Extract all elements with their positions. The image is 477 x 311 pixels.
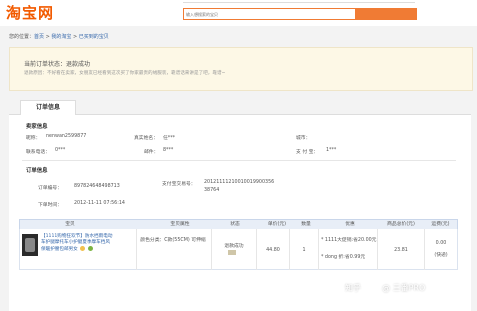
phone-label: 联系电话：: [26, 150, 50, 155]
email-value: 8***: [163, 148, 174, 153]
product-attributes: 颜色分类：C款(55CM) 可伸缩: [140, 238, 206, 243]
badge-icon: [87, 246, 93, 251]
seller-section-title: 卖家信息: [26, 124, 48, 130]
col-divider: [136, 229, 137, 270]
coin-icon: [80, 246, 86, 251]
order-no-label: 订单编号：: [38, 186, 62, 191]
breadcrumb-separator: >: [71, 34, 79, 40]
zhihu-watermark: 知乎 @ 三番PRO: [345, 282, 425, 294]
product-title[interactable]: 【1111购物狂欢节】防水挡雨电动车护腿摩托车小护腿夏季摩车挡风保暖护腰包邮男女: [41, 234, 112, 252]
phone-value: 0***: [55, 148, 66, 153]
alipay-trade-value-cont: 38764: [204, 188, 220, 193]
alipay-value: 1***: [326, 148, 337, 153]
search-box: [183, 8, 417, 20]
refund-detail-icon[interactable]: [228, 250, 236, 255]
top-divider: [183, 2, 415, 3]
product-title-link[interactable]: 【1111购物狂欢节】防水挡雨电动车护腿摩托车小护腿夏季摩车挡风保暖护腰包邮男女: [41, 234, 113, 253]
breadcrumb-home[interactable]: 首页: [34, 34, 44, 40]
discount-1: * 1111大促销:省20.00元: [321, 238, 377, 243]
watermark-site: 知乎: [345, 283, 361, 293]
breadcrumb: 您的位置：首页 > 我的淘宝 > 已买到的宝贝: [9, 33, 109, 40]
alipay-trade-value: 20121111210010019900356: [204, 180, 275, 185]
city-label: 城市：: [296, 136, 311, 141]
breadcrumb-bought-items[interactable]: 已买到的宝贝: [79, 34, 109, 40]
unit-price: 44.80: [266, 248, 280, 253]
watermark-author: @ 三番PRO: [382, 283, 426, 293]
shipping-fee: 0.00: [435, 241, 447, 246]
realname-value: 任***: [163, 136, 175, 141]
col-divider: [289, 229, 290, 270]
alipay-label: 支 付 宝：: [296, 150, 319, 155]
camera-icon: [365, 282, 378, 294]
col-divider: [256, 229, 257, 270]
order-no-value: 897824648498713: [74, 184, 120, 189]
row-status: 退款成功: [224, 244, 244, 249]
col-divider: [424, 229, 425, 270]
alipay-trade-label: 支付宝交易号：: [162, 182, 196, 187]
breadcrumb-prefix: 您的位置：: [9, 34, 35, 40]
product-thumbnail[interactable]: [22, 234, 38, 256]
header-bar: 淘宝网: [0, 0, 477, 26]
shipping-mode: (快递): [434, 253, 448, 258]
section-divider: [22, 160, 456, 161]
order-time-value: 2012-11-11 07:56:14: [74, 201, 125, 206]
discount-2: * dong 折:省0.99元: [321, 255, 366, 260]
refund-reason: 退款原因：不好看在卖家，女朋友已经看到这次买了你家最贵的绒服装，靠谱话来讲是了吧…: [24, 71, 226, 76]
order-section-title: 订单信息: [26, 168, 48, 174]
realname-label: 真实姓名：: [134, 136, 158, 141]
tab-order-info[interactable]: 订单信息: [20, 100, 76, 115]
col-divider: [211, 229, 212, 270]
order-status-panel: 当前订单状态：退款成功 退款原因：不好看在卖家，女朋友已经看到这次买了你家最贵的…: [9, 47, 473, 91]
taobao-logo[interactable]: 淘宝网: [6, 2, 54, 23]
seller-nick-value: nenwan2599877: [46, 134, 87, 139]
order-time-label: 下单时间：: [38, 203, 62, 208]
search-button[interactable]: [355, 8, 417, 20]
order-status-title: 当前订单状态：退款成功: [24, 61, 91, 68]
col-divider: [377, 229, 378, 270]
item-total: 23.81: [394, 248, 408, 253]
email-label: 邮件：: [144, 150, 159, 155]
col-divider: [318, 229, 319, 270]
breadcrumb-my-taobao[interactable]: 我的淘宝: [51, 34, 71, 40]
quantity: 1: [302, 248, 306, 253]
seller-nick-label: 昵称：: [26, 136, 41, 141]
search-input[interactable]: [186, 10, 336, 18]
